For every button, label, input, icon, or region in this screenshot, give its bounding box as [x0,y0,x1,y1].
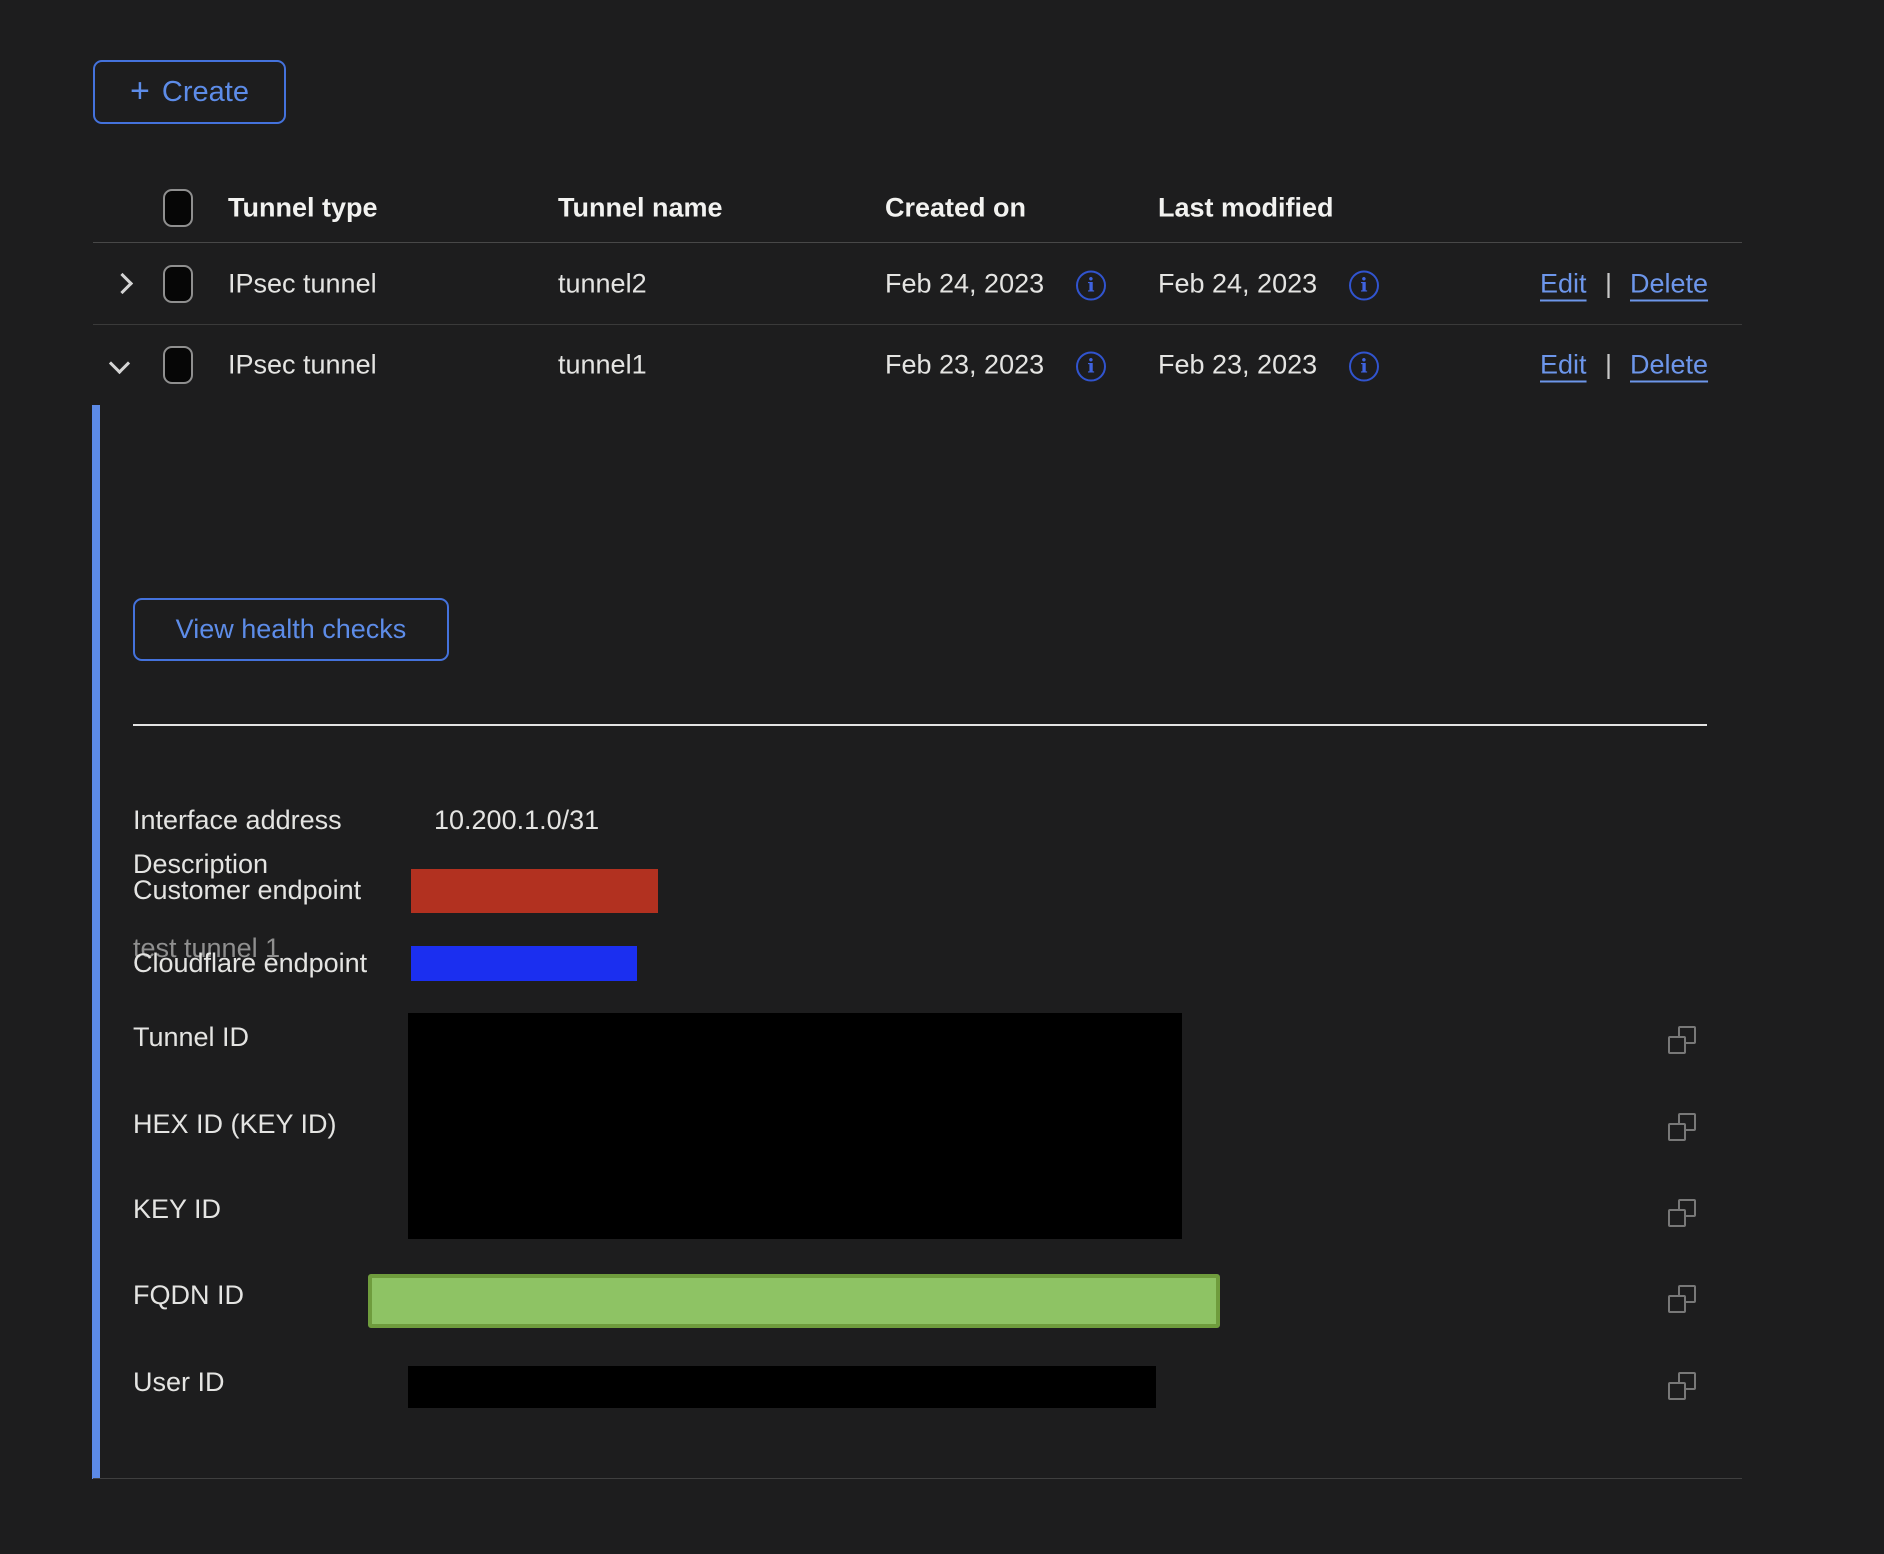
fqdn-id-redacted-value [368,1274,1220,1328]
created-on-value: Feb 24, 2023 [885,268,1044,299]
view-health-checks-button[interactable]: View health checks [133,598,449,661]
tunnel-name-value: tunnel2 [558,268,647,299]
user-id-redacted-value [408,1366,1156,1408]
table-row: IPsec tunnel tunnel1 Feb 23, 2023 i Feb … [93,325,1742,405]
edit-link[interactable]: Edit [1540,268,1587,299]
copy-key-id-icon[interactable] [1668,1199,1696,1227]
tunnel-id-label: Tunnel ID [133,1022,249,1053]
expand-row-button[interactable] [101,266,137,302]
actions-separator: | [1605,268,1612,299]
column-header-created-on: Created on [885,192,1026,223]
select-all-checkbox[interactable] [163,189,193,227]
cloudflare-endpoint-label: Cloudflare endpoint [133,948,367,979]
tunnel-type-value: IPsec tunnel [228,268,377,299]
delete-link[interactable]: Delete [1630,268,1708,299]
customer-endpoint-redacted-value [411,869,658,913]
actions-separator: | [1605,350,1612,381]
column-header-last-modified: Last modified [1158,192,1334,223]
interface-address-label: Interface address [133,805,342,836]
info-icon[interactable]: i [1349,352,1379,382]
table-header: Tunnel type Tunnel name Created on Last … [93,173,1742,243]
tunnel-type-value: IPsec tunnel [228,350,377,381]
tunnel-detail-panel: Description test tunnel 1 View health ch… [93,405,1742,1479]
fqdn-id-label: FQDN ID [133,1280,244,1311]
row-checkbox[interactable] [163,265,193,303]
column-header-tunnel-name: Tunnel name [558,192,723,223]
chevron-down-icon [108,352,129,373]
detail-divider [133,724,1707,726]
row-checkbox[interactable] [163,346,193,384]
delete-link[interactable]: Delete [1630,350,1708,381]
copy-hex-id-icon[interactable] [1668,1113,1696,1141]
create-button[interactable]: + Create [93,60,286,124]
tunnel-name-value: tunnel1 [558,350,647,381]
edit-link[interactable]: Edit [1540,350,1587,381]
chevron-right-icon [111,273,132,294]
copy-tunnel-id-icon[interactable] [1668,1026,1696,1054]
last-modified-value: Feb 24, 2023 [1158,268,1317,299]
created-on-value: Feb 23, 2023 [885,350,1044,381]
copy-user-id-icon[interactable] [1668,1372,1696,1400]
interface-address-value: 10.200.1.0/31 [434,805,599,836]
table-row: IPsec tunnel tunnel2 Feb 24, 2023 i Feb … [93,243,1742,325]
ipsec-tunnels-page: + Create Tunnel type Tunnel name Created… [0,0,1884,1554]
info-icon[interactable]: i [1349,270,1379,300]
info-icon[interactable]: i [1076,352,1106,382]
create-button-label: Create [162,76,249,109]
copy-fqdn-id-icon[interactable] [1668,1285,1696,1313]
info-icon[interactable]: i [1076,270,1106,300]
user-id-label: User ID [133,1367,225,1398]
hex-id-label: HEX ID (KEY ID) [133,1109,337,1140]
last-modified-value: Feb 23, 2023 [1158,350,1317,381]
cloudflare-endpoint-redacted-value [411,946,637,981]
customer-endpoint-label: Customer endpoint [133,875,361,906]
collapse-row-button[interactable] [101,347,137,383]
column-header-tunnel-type: Tunnel type [228,192,378,223]
plus-icon: + [130,74,150,108]
tunnel-hex-key-id-redacted-values [408,1013,1182,1239]
key-id-label: KEY ID [133,1194,221,1225]
